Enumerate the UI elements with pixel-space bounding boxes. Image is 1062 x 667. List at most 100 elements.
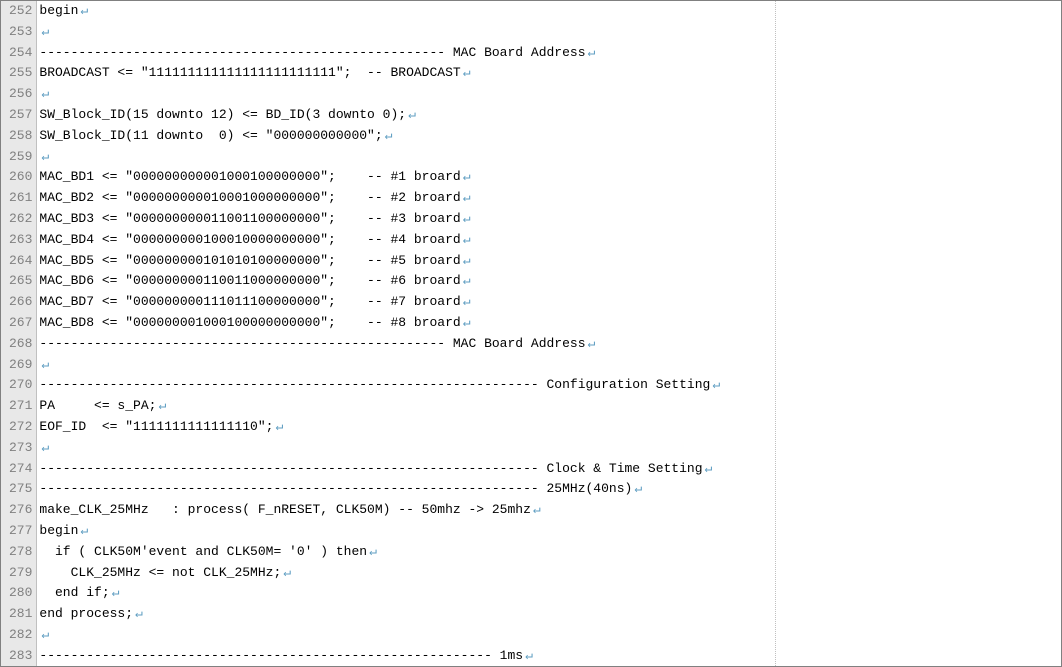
code-line[interactable]: ↵ [37,147,1061,168]
code-line[interactable]: MAC_BD2 <= "000000000010001000000000"; -… [37,188,1061,209]
line-number: 261 [1,188,36,209]
code-text: SW_Block_ID(11 downto 0) <= "00000000000… [39,128,382,143]
line-number: 257 [1,105,36,126]
eol-marker-icon: ↵ [525,648,533,663]
code-line[interactable]: ↵ [37,355,1061,376]
code-text: MAC_BD7 <= "000000000111011100000000"; -… [39,294,460,309]
code-text: MAC_BD4 <= "000000000100010000000000"; -… [39,232,460,247]
line-number: 255 [1,63,36,84]
line-number: 271 [1,396,36,417]
line-number: 279 [1,563,36,584]
code-text: EOF_ID <= "1111111111111110"; [39,419,273,434]
code-line[interactable]: ----------------------------------------… [37,43,1061,64]
code-text: begin [39,523,78,538]
line-number: 252 [1,1,36,22]
code-line[interactable]: if ( CLK50M'event and CLK50M= '0' ) then… [37,542,1061,563]
line-number: 275 [1,479,36,500]
eol-marker-icon: ↵ [588,45,596,60]
code-text: make_CLK_25MHz : process( F_nRESET, CLK5… [39,502,530,517]
line-number: 269 [1,355,36,376]
code-text: MAC_BD8 <= "000000001000100000000000"; -… [39,315,460,330]
eol-marker-icon: ↵ [41,24,49,39]
code-line[interactable]: begin↵ [37,1,1061,22]
code-line[interactable]: EOF_ID <= "1111111111111110";↵ [37,417,1061,438]
eol-marker-icon: ↵ [463,253,471,268]
eol-marker-icon: ↵ [158,398,166,413]
code-text: ----------------------------------------… [39,336,585,351]
code-text: SW_Block_ID(15 downto 12) <= BD_ID(3 dow… [39,107,406,122]
code-line[interactable]: begin↵ [37,521,1061,542]
eol-marker-icon: ↵ [463,190,471,205]
line-number: 254 [1,43,36,64]
code-line[interactable]: PA <= s_PA;↵ [37,396,1061,417]
line-number: 264 [1,251,36,272]
code-line[interactable]: BROADCAST <= "111111111111111111111111";… [37,63,1061,84]
eol-marker-icon: ↵ [705,461,713,476]
line-number: 274 [1,459,36,480]
code-line[interactable]: make_CLK_25MHz : process( F_nRESET, CLK5… [37,500,1061,521]
code-line[interactable]: MAC_BD3 <= "000000000011001100000000"; -… [37,209,1061,230]
code-text: MAC_BD3 <= "000000000011001100000000"; -… [39,211,460,226]
eol-marker-icon: ↵ [135,606,143,621]
line-number: 266 [1,292,36,313]
code-line[interactable]: ----------------------------------------… [37,459,1061,480]
code-line[interactable]: MAC_BD1 <= "000000000001000100000000"; -… [37,167,1061,188]
eol-marker-icon: ↵ [588,336,596,351]
code-text: BROADCAST <= "111111111111111111111111";… [39,65,460,80]
code-line[interactable]: ----------------------------------------… [37,479,1061,500]
eol-marker-icon: ↵ [463,169,471,184]
code-line[interactable]: ↵ [37,438,1061,459]
line-number: 267 [1,313,36,334]
eol-marker-icon: ↵ [634,481,642,496]
eol-marker-icon: ↵ [533,502,541,517]
line-number: 268 [1,334,36,355]
code-line[interactable]: MAC_BD7 <= "000000000111011100000000"; -… [37,292,1061,313]
line-number: 272 [1,417,36,438]
code-line[interactable]: ↵ [37,84,1061,105]
code-line[interactable]: SW_Block_ID(11 downto 0) <= "00000000000… [37,126,1061,147]
code-line[interactable]: ----------------------------------------… [37,375,1061,396]
line-number: 260 [1,167,36,188]
eol-marker-icon: ↵ [408,107,416,122]
code-line[interactable]: MAC_BD6 <= "000000000110011000000000"; -… [37,271,1061,292]
code-text: CLK_25MHz <= not CLK_25MHz; [39,565,281,580]
line-number: 277 [1,521,36,542]
code-line[interactable]: end if;↵ [37,583,1061,604]
code-text: end if; [39,585,109,600]
code-text: PA <= s_PA; [39,398,156,413]
line-number: 262 [1,209,36,230]
code-text: begin [39,3,78,18]
code-line[interactable]: ↵ [37,625,1061,646]
code-line[interactable]: CLK_25MHz <= not CLK_25MHz;↵ [37,563,1061,584]
eol-marker-icon: ↵ [369,544,377,559]
line-number: 280 [1,583,36,604]
code-line[interactable]: MAC_BD4 <= "000000000100010000000000"; -… [37,230,1061,251]
code-text: MAC_BD1 <= "000000000001000100000000"; -… [39,169,460,184]
code-text: ----------------------------------------… [39,648,523,663]
eol-marker-icon: ↵ [41,357,49,372]
line-number: 273 [1,438,36,459]
eol-marker-icon: ↵ [41,627,49,642]
eol-marker-icon: ↵ [283,565,291,580]
code-text-area[interactable]: begin↵↵---------------------------------… [37,1,1061,666]
eol-marker-icon: ↵ [112,585,120,600]
line-number: 281 [1,604,36,625]
line-number-gutter: 2522532542552562572582592602612622632642… [1,1,37,666]
code-line[interactable]: ----------------------------------------… [37,334,1061,355]
line-number: 253 [1,22,36,43]
line-number: 282 [1,625,36,646]
eol-marker-icon: ↵ [463,232,471,247]
code-text: end process; [39,606,133,621]
code-line[interactable]: ----------------------------------------… [37,646,1061,666]
eol-marker-icon: ↵ [463,211,471,226]
code-line[interactable]: MAC_BD8 <= "000000001000100000000000"; -… [37,313,1061,334]
code-text: MAC_BD6 <= "000000000110011000000000"; -… [39,273,460,288]
code-line[interactable]: MAC_BD5 <= "000000000101010100000000"; -… [37,251,1061,272]
line-number: 263 [1,230,36,251]
code-line[interactable]: SW_Block_ID(15 downto 12) <= BD_ID(3 dow… [37,105,1061,126]
code-line[interactable]: ↵ [37,22,1061,43]
eol-marker-icon: ↵ [463,315,471,330]
code-line[interactable]: end process;↵ [37,604,1061,625]
eol-marker-icon: ↵ [463,273,471,288]
line-number: 258 [1,126,36,147]
